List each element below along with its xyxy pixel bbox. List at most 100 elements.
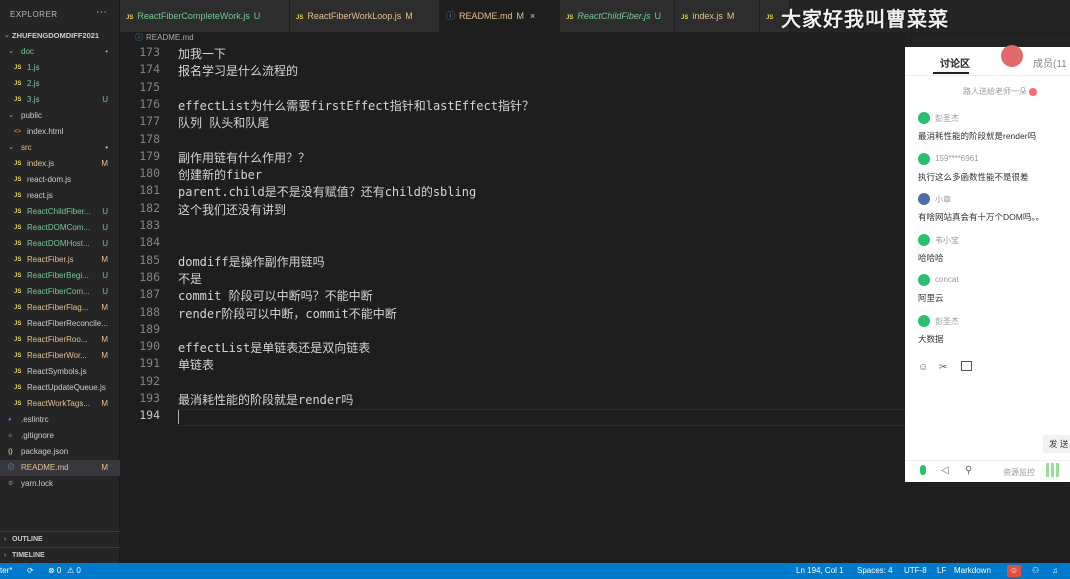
editor-tab[interactable]: JS ReactFiberWorkLoop.js M: [290, 0, 440, 32]
code-line[interactable]: effectList是单链表还是双向链表: [178, 339, 370, 356]
tree-file[interactable]: ⓘ README.md M: [0, 460, 120, 476]
code-line[interactable]: 创建新的fiber: [178, 166, 262, 183]
tab-status: M: [726, 11, 735, 21]
speaker-icon[interactable]: ◁: [941, 465, 949, 476]
outline-section[interactable]: › OUTLINE: [0, 531, 120, 547]
cursor-position[interactable]: Ln 194, Col 1: [796, 563, 844, 579]
tree-file[interactable]: JS ReactDOMCom... U: [0, 220, 120, 236]
tree-file[interactable]: JS ReactUpdateQueue.js: [0, 380, 120, 396]
tree-file[interactable]: JS 2.js: [0, 76, 120, 92]
video-overlay-text: 大家好我叫曹菜菜: [781, 9, 949, 31]
tab-status: M: [405, 11, 413, 21]
emoji-icon[interactable]: ☺: [918, 362, 928, 373]
code-line[interactable]: 不是: [178, 270, 202, 287]
tree-file[interactable]: JS ReactFiber.js M: [0, 252, 120, 268]
feedback-icon[interactable]: ☺: [1007, 565, 1021, 577]
scissors-icon[interactable]: ✂: [939, 362, 947, 373]
divider: [905, 460, 1070, 461]
chevron-down-icon: ⌄: [8, 112, 14, 119]
project-root[interactable]: ⌄ ZHUFENGDOMDIFF2021: [0, 28, 120, 44]
indentation[interactable]: Spaces: 4: [857, 563, 893, 579]
tree-item-label: package.json: [21, 447, 69, 456]
close-icon[interactable]: ×: [530, 11, 535, 21]
tree-file[interactable]: JS ReactFiberFlag... M: [0, 300, 120, 316]
breadcrumb-file[interactable]: README.md: [146, 32, 194, 43]
timeline-section[interactable]: › TIMELINE: [0, 547, 120, 563]
language-mode[interactable]: Markdown: [954, 563, 991, 579]
image-icon[interactable]: [961, 361, 972, 371]
code-line[interactable]: 报名学习是什么流程的: [178, 62, 298, 79]
code-line[interactable]: 这个我们还没有讲到: [178, 201, 286, 218]
tree-file[interactable]: JS 3.js U: [0, 92, 120, 108]
tree-file[interactable]: ◆ .gitignore: [0, 428, 120, 444]
code-line[interactable]: 副作用链有什么作用？？: [178, 149, 310, 166]
editor-tab[interactable]: JS index.js M: [675, 0, 760, 32]
tree-file[interactable]: JS 1.js: [0, 60, 120, 76]
tree-file[interactable]: {} package.json: [0, 444, 120, 460]
editor-tab[interactable]: JS ReactChildFiber.js U: [560, 0, 675, 32]
tab-discussion[interactable]: 讨论区: [940, 55, 970, 70]
bell-icon[interactable]: ♫: [1052, 563, 1058, 579]
editor-tab[interactable]: JS ReactFiberCompleteWork.js U: [120, 0, 290, 32]
code-line[interactable]: commit 阶段可以中断吗？不能中断: [178, 287, 373, 304]
tree-item-label: index.html: [27, 127, 64, 136]
tree-item-label: README.md: [21, 463, 69, 472]
tree-file[interactable]: JS ReactFiberWor... M: [0, 348, 120, 364]
tree-file[interactable]: JS ReactFiberCom... U: [0, 284, 120, 300]
tree-folder[interactable]: ⌄ src •: [0, 140, 120, 156]
js-file-icon: JS: [14, 305, 22, 311]
editor-tab[interactable]: ⓘ README.md M ×: [440, 0, 560, 32]
tree-file[interactable]: ● .eslintrc: [0, 412, 120, 428]
tree-file[interactable]: ⚙ yarn.lock: [0, 476, 120, 492]
mute-icon[interactable]: ⚲: [965, 465, 972, 476]
microphone-icon[interactable]: [920, 465, 926, 475]
tree-file[interactable]: JS ReactFiberBegi... U: [0, 268, 120, 284]
js-file-icon: JS: [14, 161, 22, 167]
line-number: 192: [139, 373, 160, 388]
tree-file[interactable]: JS ReactFiberReconcile...: [0, 316, 120, 332]
tree-item-label: index.js: [27, 159, 55, 168]
code-line[interactable]: render阶段可以中断，commit不能中断: [178, 305, 397, 322]
account-icon[interactable]: ⚇: [1032, 563, 1039, 579]
tab-members[interactable]: 成员(11: [1033, 55, 1067, 70]
tree-file[interactable]: JS ReactFiberRoo... M: [0, 332, 120, 348]
sync-icon[interactable]: ⟳: [27, 563, 34, 579]
code-line[interactable]: 最消耗性能的阶段就是render吗: [178, 391, 353, 408]
tree-file[interactable]: JS ReactDOMHost... U: [0, 236, 120, 252]
tree-file[interactable]: JS react.js: [0, 188, 120, 204]
tree-file[interactable]: <> index.html: [0, 124, 120, 140]
code-editor[interactable]: 173 加我一下 174 报名学习是什么流程的 175 176 effectList为什么需…: [120, 45, 905, 563]
encoding[interactable]: UTF-8: [904, 563, 927, 579]
code-line[interactable]: 加我一下: [178, 45, 226, 62]
js-file-icon: JS: [14, 177, 22, 183]
tree-file[interactable]: JS ReactSymbols.js: [0, 364, 120, 380]
code-line[interactable]: effectList为什么需要firstEffect指针和lastEffect指…: [178, 97, 534, 114]
errors-count[interactable]: ⊗ 0: [48, 563, 61, 579]
git-branch[interactable]: ter*: [0, 563, 12, 579]
tree-folder[interactable]: ⌄ public: [0, 108, 120, 124]
tree-file[interactable]: JS ReactChildFiber... U: [0, 204, 120, 220]
resource-monitor-label[interactable]: 资源监控: [1003, 467, 1035, 478]
tree-item-label: react-dom.js: [27, 175, 72, 184]
explorer-more-button[interactable]: ···: [96, 6, 107, 18]
code-line[interactable]: parent.child是不是没有赋值？还有child的sbling: [178, 183, 476, 200]
tab-label: index.js: [692, 11, 723, 21]
tree-folder[interactable]: ⌄ doc •: [0, 44, 120, 60]
timeline-label: TIMELINE: [12, 552, 45, 559]
code-line[interactable]: 单链表: [178, 356, 214, 373]
tree-file[interactable]: JS index.js M: [0, 156, 120, 172]
tree-file[interactable]: JS ReactWorkTags... M: [0, 396, 120, 412]
tree-item-label: doc: [21, 47, 34, 56]
line-number: 187: [139, 287, 160, 302]
code-line[interactable]: domdiff是操作副作用链吗: [178, 253, 325, 270]
breadcrumb[interactable]: ⓘ README.md: [120, 32, 905, 45]
current-line-highlight: [178, 409, 905, 426]
git-status-badge: M: [101, 399, 108, 408]
chat-panel: 讨论区 成员(11 路人送给老师一朵 彭圣杰 最消耗性能的阶段就是render吗 1…: [905, 33, 1070, 482]
tree-item-label: .eslintrc: [21, 415, 49, 424]
send-button[interactable]: 发 送: [1043, 435, 1070, 453]
warnings-count[interactable]: ⚠ 0: [67, 563, 81, 579]
code-line[interactable]: 队列 队头和队尾: [178, 114, 269, 131]
eol[interactable]: LF: [937, 563, 946, 579]
tree-file[interactable]: JS react-dom.js: [0, 172, 120, 188]
